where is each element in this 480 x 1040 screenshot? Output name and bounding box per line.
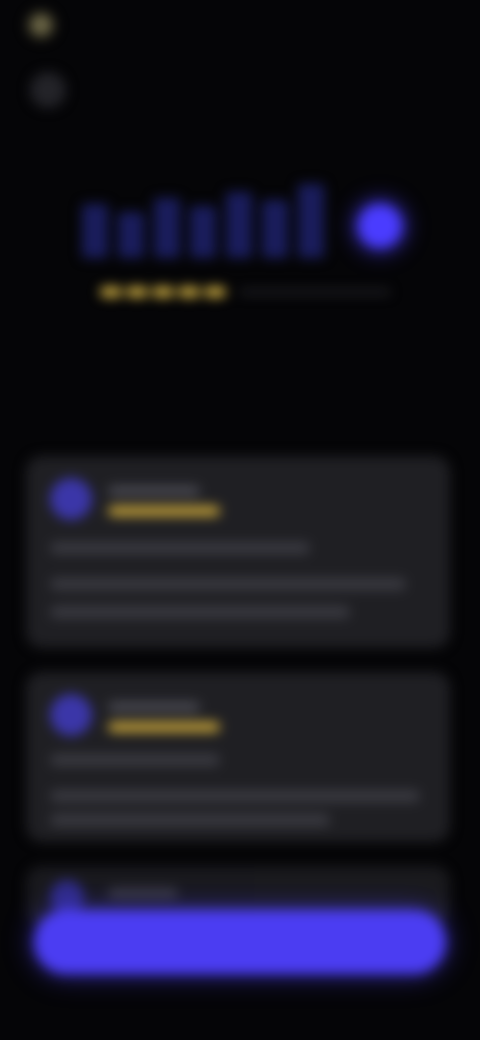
review-body bbox=[50, 578, 406, 590]
hero-bar bbox=[262, 200, 288, 258]
continue-button[interactable] bbox=[34, 910, 446, 974]
star-icon bbox=[204, 287, 226, 297]
star-icon bbox=[152, 287, 174, 297]
review-title bbox=[50, 542, 310, 554]
avatar bbox=[50, 478, 92, 520]
back-button[interactable] bbox=[30, 72, 66, 108]
hero-illustration bbox=[82, 178, 402, 258]
star-icon bbox=[178, 287, 200, 297]
hero-highlight-icon bbox=[358, 204, 402, 248]
review-card bbox=[26, 456, 450, 648]
review-card bbox=[26, 672, 450, 842]
review-body bbox=[50, 790, 420, 802]
logo-icon bbox=[30, 14, 52, 36]
review-title bbox=[50, 754, 220, 766]
avatar bbox=[50, 880, 84, 914]
review-body-line bbox=[50, 814, 330, 826]
review-stars bbox=[108, 506, 220, 516]
hero-bar bbox=[298, 184, 324, 258]
star-icon bbox=[100, 287, 122, 297]
reviewer-name bbox=[108, 888, 178, 898]
hero-bar bbox=[118, 212, 144, 258]
reviewer-name bbox=[108, 486, 200, 496]
star-icon bbox=[126, 287, 148, 297]
review-body-line bbox=[50, 606, 350, 618]
avatar bbox=[50, 694, 92, 736]
app-screen bbox=[0, 0, 480, 1040]
overall-rating-stars bbox=[100, 282, 390, 302]
app-logo bbox=[30, 14, 62, 36]
hero-bar bbox=[82, 204, 108, 258]
rating-divider bbox=[240, 290, 390, 294]
hero-bar bbox=[190, 206, 216, 258]
review-stars bbox=[108, 722, 220, 732]
hero-bar bbox=[154, 198, 180, 258]
hero-bar bbox=[226, 192, 252, 258]
reviewer-name bbox=[108, 702, 200, 712]
